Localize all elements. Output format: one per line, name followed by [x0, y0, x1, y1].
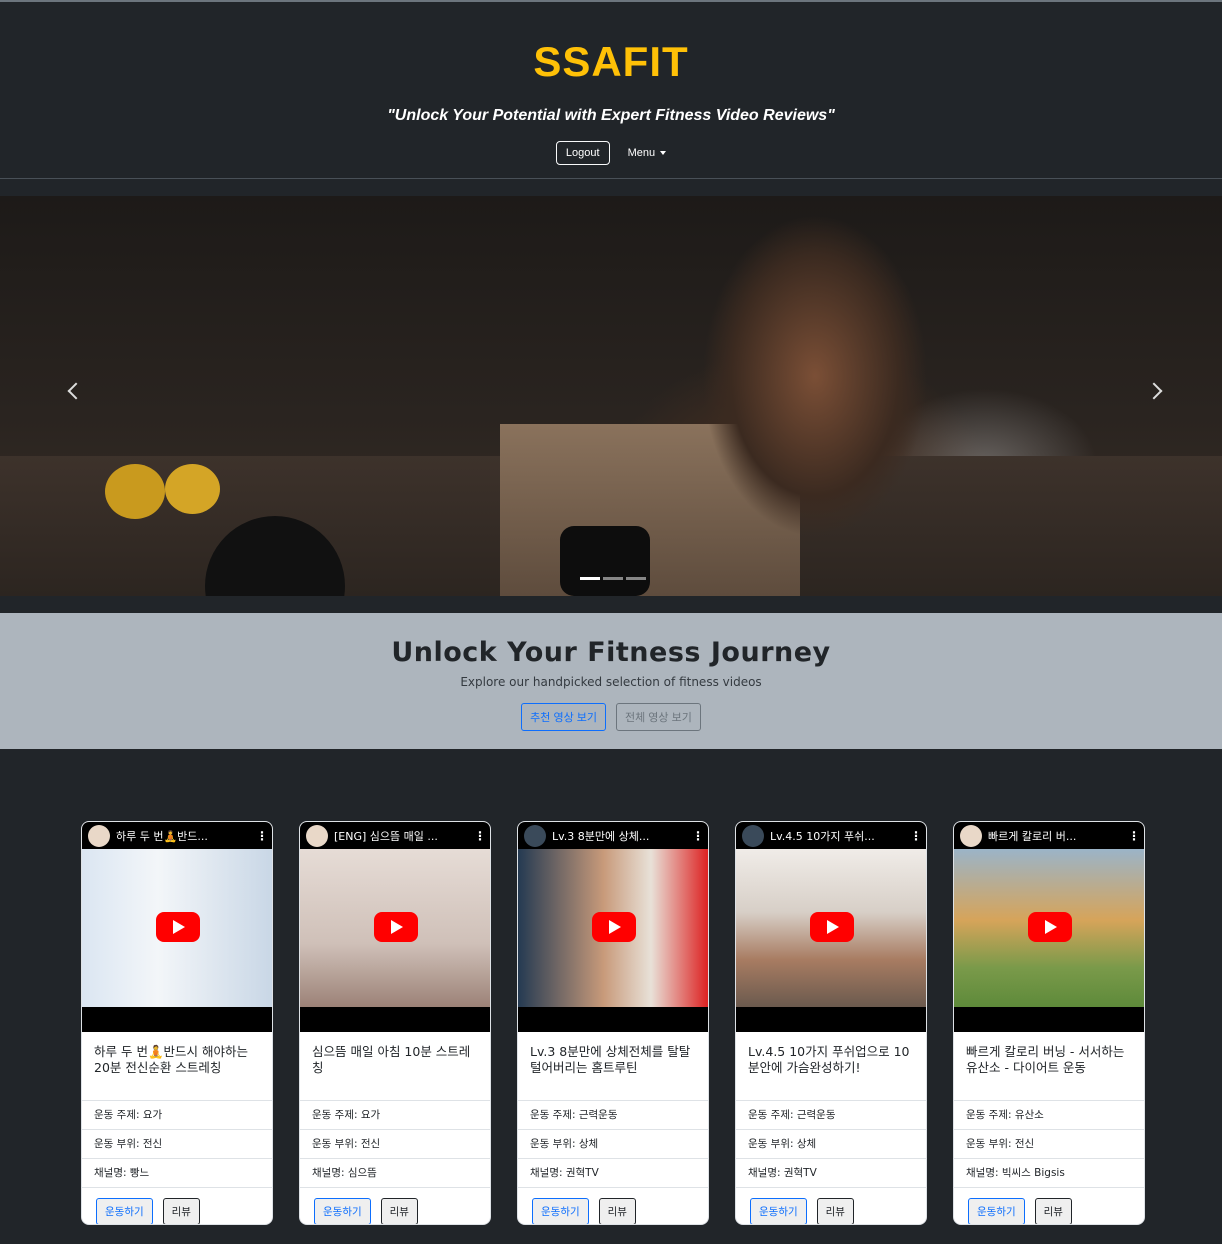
- video-embed[interactable]: 하루 두 번🧘반드... ⋮: [82, 822, 272, 1032]
- dumbbell-shape: [560, 526, 650, 596]
- video-channel: 채널명: 심으뜸: [300, 1159, 490, 1188]
- embed-header: Lv.3 8분만에 상체... ⋮: [518, 822, 708, 849]
- athlete-figure: [665, 196, 985, 596]
- review-button[interactable]: 리뷰: [1034, 1198, 1072, 1224]
- carousel-indicators: [580, 577, 646, 580]
- play-icon[interactable]: [810, 912, 854, 942]
- hero-carousel: [0, 196, 1222, 596]
- review-button[interactable]: 리뷰: [816, 1198, 854, 1224]
- channel-avatar[interactable]: [742, 824, 764, 847]
- hero-subtitle: Explore our handpicked selection of fitn…: [460, 675, 762, 689]
- video-channel: 채널명: 빵느: [82, 1159, 272, 1188]
- video-part: 운동 부위: 상체: [736, 1130, 926, 1159]
- embed-header: Lv.4.5 10가지 푸쉬... ⋮: [736, 822, 926, 849]
- video-card: 빠르게 칼로리 버... ⋮ 빠르게 칼로리 버닝 - 서서하는 유산소 - 다…: [953, 821, 1145, 1225]
- video-type: 운동 주제: 요가: [300, 1101, 490, 1130]
- video-card: [ENG] 심으뜸 매일 ... ⋮ 심으뜸 매일 아침 10분 스트레칭 운동…: [299, 821, 491, 1225]
- embed-header: [ENG] 심으뜸 매일 ... ⋮: [300, 822, 490, 849]
- review-button[interactable]: 리뷰: [162, 1198, 200, 1224]
- video-title: Lv.3 8분만에 상체전체를 탈탈 털어버리는 홈트루틴: [518, 1032, 708, 1101]
- video-part: 운동 부위: 상체: [518, 1130, 708, 1159]
- video-channel: 채널명: 권혁TV: [736, 1159, 926, 1188]
- tagline: "Unlock Your Potential with Expert Fitne…: [387, 107, 835, 124]
- logout-button[interactable]: Logout: [555, 141, 610, 165]
- more-options-icon[interactable]: ⋮: [256, 829, 268, 843]
- carousel-next-icon[interactable]: [1145, 382, 1163, 400]
- brand-logo[interactable]: SSAFIT: [0, 38, 1222, 86]
- channel-avatar[interactable]: [306, 824, 328, 847]
- embed-title[interactable]: [ENG] 심으뜸 매일 ...: [334, 828, 468, 844]
- video-title: 심으뜸 매일 아침 10분 스트레칭: [300, 1032, 490, 1101]
- exercise-button[interactable]: 운동하기: [750, 1198, 807, 1224]
- header-nav: Logout Menu: [0, 141, 1222, 165]
- video-card-list: 하루 두 번🧘반드... ⋮ 하루 두 번🧘반드시 해야하는 20분 전신순환 …: [81, 821, 1145, 1225]
- embed-title[interactable]: 하루 두 번🧘반드...: [116, 828, 250, 844]
- site-header: SSAFIT "Unlock Your Potential with Exper…: [0, 2, 1222, 179]
- carousel-indicator[interactable]: [580, 577, 600, 580]
- video-type: 운동 주제: 유산소: [954, 1101, 1144, 1130]
- recommended-videos-button[interactable]: 추천 영상 보기: [521, 703, 606, 731]
- more-options-icon[interactable]: ⋮: [910, 829, 922, 843]
- card-actions: 운동하기 리뷰: [954, 1188, 1144, 1224]
- more-options-icon[interactable]: ⋮: [474, 829, 486, 843]
- video-type: 운동 주제: 요가: [82, 1101, 272, 1130]
- exercise-button[interactable]: 운동하기: [532, 1198, 589, 1224]
- video-embed[interactable]: 빠르게 칼로리 버... ⋮: [954, 822, 1144, 1032]
- exercise-button[interactable]: 운동하기: [96, 1198, 153, 1224]
- review-button[interactable]: 리뷰: [380, 1198, 418, 1224]
- video-embed[interactable]: [ENG] 심으뜸 매일 ... ⋮: [300, 822, 490, 1032]
- embed-title[interactable]: Lv.4.5 10가지 푸쉬...: [770, 828, 904, 844]
- play-icon[interactable]: [1028, 912, 1072, 942]
- play-icon[interactable]: [156, 912, 200, 942]
- video-title: Lv.4.5 10가지 푸쉬업으로 10분안에 가슴완성하기!: [736, 1032, 926, 1101]
- video-type: 운동 주제: 근력운동: [518, 1101, 708, 1130]
- channel-avatar[interactable]: [88, 824, 110, 847]
- video-title: 빠르게 칼로리 버닝 - 서서하는 유산소 - 다이어트 운동: [954, 1032, 1144, 1101]
- video-title: 하루 두 번🧘반드시 해야하는 20분 전신순환 스트레칭: [82, 1032, 272, 1101]
- video-type: 운동 주제: 근력운동: [736, 1101, 926, 1130]
- hero-section: Unlock Your Fitness Journey Explore our …: [0, 613, 1222, 749]
- card-actions: 운동하기 리뷰: [82, 1188, 272, 1224]
- carousel-indicator[interactable]: [626, 577, 646, 580]
- embed-header: 하루 두 번🧘반드... ⋮: [82, 822, 272, 849]
- video-embed[interactable]: Lv.4.5 10가지 푸쉬... ⋮: [736, 822, 926, 1032]
- card-actions: 운동하기 리뷰: [736, 1188, 926, 1224]
- exercise-button[interactable]: 운동하기: [314, 1198, 371, 1224]
- hero-buttons: 추천 영상 보기 전체 영상 보기: [0, 703, 1222, 731]
- card-actions: 운동하기 리뷰: [300, 1188, 490, 1224]
- card-actions: 운동하기 리뷰: [518, 1188, 708, 1224]
- video-card: Lv.4.5 10가지 푸쉬... ⋮ Lv.4.5 10가지 푸쉬업으로 10…: [735, 821, 927, 1225]
- kettlebell-shape: [165, 464, 220, 514]
- video-part: 운동 부위: 전신: [82, 1130, 272, 1159]
- caret-down-icon: [660, 151, 667, 155]
- channel-avatar[interactable]: [524, 824, 546, 847]
- channel-avatar[interactable]: [960, 824, 982, 847]
- video-channel: 채널명: 권혁TV: [518, 1159, 708, 1188]
- more-options-icon[interactable]: ⋮: [1128, 829, 1140, 843]
- video-embed[interactable]: Lv.3 8분만에 상체... ⋮: [518, 822, 708, 1032]
- embed-title[interactable]: Lv.3 8분만에 상체...: [552, 828, 686, 844]
- video-card: Lv.3 8분만에 상체... ⋮ Lv.3 8분만에 상체전체를 탈탈 털어버…: [517, 821, 709, 1225]
- kettlebell-shape: [105, 464, 165, 519]
- exercise-button[interactable]: 운동하기: [968, 1198, 1025, 1224]
- review-button[interactable]: 리뷰: [598, 1198, 636, 1224]
- menu-label: Menu: [627, 147, 656, 159]
- video-part: 운동 부위: 전신: [300, 1130, 490, 1159]
- play-icon[interactable]: [592, 912, 636, 942]
- hero-title: Unlock Your Fitness Journey: [391, 637, 831, 668]
- carousel-indicator[interactable]: [603, 577, 623, 580]
- carousel-prev-icon[interactable]: [67, 382, 85, 400]
- embed-title[interactable]: 빠르게 칼로리 버...: [988, 828, 1122, 844]
- embed-header: 빠르게 칼로리 버... ⋮: [954, 822, 1144, 849]
- video-channel: 채널명: 빅씨스 Bigsis: [954, 1159, 1144, 1188]
- all-videos-button[interactable]: 전체 영상 보기: [616, 703, 701, 731]
- more-options-icon[interactable]: ⋮: [692, 829, 704, 843]
- menu-dropdown[interactable]: Menu: [628, 147, 667, 159]
- play-icon[interactable]: [374, 912, 418, 942]
- video-card: 하루 두 번🧘반드... ⋮ 하루 두 번🧘반드시 해야하는 20분 전신순환 …: [81, 821, 273, 1225]
- video-part: 운동 부위: 전신: [954, 1130, 1144, 1159]
